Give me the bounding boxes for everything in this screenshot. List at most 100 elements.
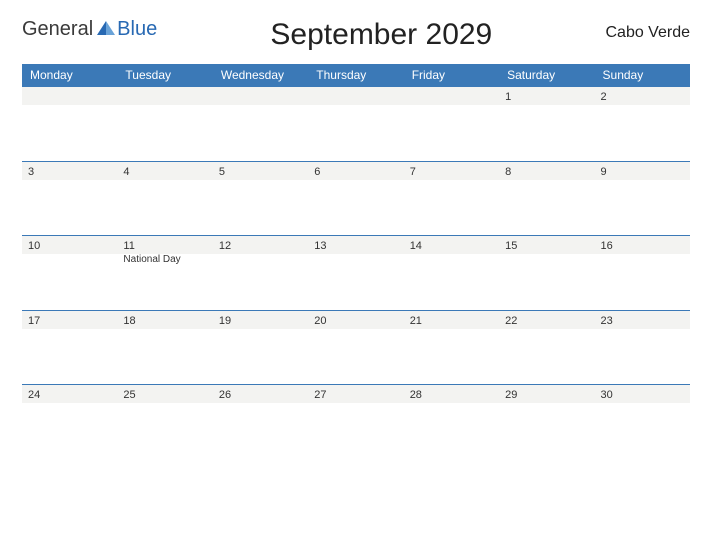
event-cell bbox=[404, 180, 499, 236]
event-cell bbox=[213, 180, 308, 236]
day-number: 21 bbox=[410, 315, 422, 327]
event-cell: National Day bbox=[117, 254, 212, 310]
day-number: 27 bbox=[314, 389, 326, 401]
event-cell bbox=[595, 254, 690, 310]
day-cell: 16 bbox=[595, 236, 690, 255]
day-number: 23 bbox=[601, 315, 613, 327]
week-row: 1 2 bbox=[22, 87, 690, 106]
event-cell bbox=[595, 180, 690, 236]
day-cell: 14 bbox=[404, 236, 499, 255]
event-cell bbox=[308, 254, 403, 310]
event-cell bbox=[117, 403, 212, 447]
event-cell bbox=[308, 180, 403, 236]
event-cell bbox=[22, 254, 117, 310]
event-cell bbox=[117, 180, 212, 236]
event-cell bbox=[213, 105, 308, 161]
day-number: 12 bbox=[219, 240, 231, 252]
brand-part2: Blue bbox=[117, 18, 157, 41]
event-cell bbox=[499, 180, 594, 236]
day-cell: 11 bbox=[117, 236, 212, 255]
day-cell: 21 bbox=[404, 310, 499, 329]
day-cell: 25 bbox=[117, 385, 212, 404]
event-cell bbox=[213, 254, 308, 310]
day-number: 26 bbox=[219, 389, 231, 401]
day-cell bbox=[117, 87, 212, 106]
day-header: Wednesday bbox=[213, 64, 308, 87]
header: General Blue September 2029 Cabo Verde bbox=[22, 18, 690, 52]
day-cell: 2 bbox=[595, 87, 690, 106]
brand-logo: General Blue bbox=[22, 18, 157, 41]
brand-part1: General bbox=[22, 18, 93, 41]
day-cell: 9 bbox=[595, 161, 690, 180]
day-cell: 13 bbox=[308, 236, 403, 255]
day-cell: 28 bbox=[404, 385, 499, 404]
day-number: 30 bbox=[601, 389, 613, 401]
day-cell: 23 bbox=[595, 310, 690, 329]
week-row: 17 18 19 20 21 22 23 bbox=[22, 310, 690, 329]
event-cell bbox=[213, 329, 308, 385]
event-cell bbox=[308, 105, 403, 161]
day-number: 24 bbox=[28, 389, 40, 401]
logo-icon bbox=[97, 18, 115, 41]
day-number: 14 bbox=[410, 240, 422, 252]
day-header: Sunday bbox=[595, 64, 690, 87]
week-row: 24 25 26 27 28 29 30 bbox=[22, 385, 690, 404]
day-number: 4 bbox=[123, 166, 129, 178]
day-cell: 19 bbox=[213, 310, 308, 329]
day-cell: 18 bbox=[117, 310, 212, 329]
day-header: Thursday bbox=[308, 64, 403, 87]
day-cell: 17 bbox=[22, 310, 117, 329]
day-cell bbox=[22, 87, 117, 106]
day-number: 3 bbox=[28, 166, 34, 178]
day-header: Friday bbox=[404, 64, 499, 87]
day-cell bbox=[308, 87, 403, 106]
day-cell: 6 bbox=[308, 161, 403, 180]
day-cell: 1 bbox=[499, 87, 594, 106]
event-row bbox=[22, 180, 690, 236]
day-number: 19 bbox=[219, 315, 231, 327]
day-number: 15 bbox=[505, 240, 517, 252]
day-cell: 12 bbox=[213, 236, 308, 255]
event-cell bbox=[595, 105, 690, 161]
day-cell: 7 bbox=[404, 161, 499, 180]
event-cell bbox=[22, 105, 117, 161]
day-number: 16 bbox=[601, 240, 613, 252]
day-cell: 29 bbox=[499, 385, 594, 404]
day-number: 18 bbox=[123, 315, 135, 327]
calendar-grid: Monday Tuesday Wednesday Thursday Friday… bbox=[22, 64, 690, 447]
day-cell: 15 bbox=[499, 236, 594, 255]
event-cell bbox=[499, 403, 594, 447]
day-cell: 10 bbox=[22, 236, 117, 255]
day-header: Tuesday bbox=[117, 64, 212, 87]
day-number: 20 bbox=[314, 315, 326, 327]
week-row: 10 11 12 13 14 15 16 bbox=[22, 236, 690, 255]
day-number: 13 bbox=[314, 240, 326, 252]
day-number: 22 bbox=[505, 315, 517, 327]
event-cell bbox=[595, 329, 690, 385]
region-label: Cabo Verde bbox=[605, 18, 690, 42]
event-cell bbox=[404, 105, 499, 161]
event-cell bbox=[22, 180, 117, 236]
event-row bbox=[22, 105, 690, 161]
day-number: 5 bbox=[219, 166, 225, 178]
day-cell: 26 bbox=[213, 385, 308, 404]
event-cell bbox=[117, 105, 212, 161]
event-cell bbox=[595, 403, 690, 447]
event-row bbox=[22, 329, 690, 385]
day-cell: 30 bbox=[595, 385, 690, 404]
day-cell: 24 bbox=[22, 385, 117, 404]
day-number: 7 bbox=[410, 166, 416, 178]
day-header: Saturday bbox=[499, 64, 594, 87]
day-number: 8 bbox=[505, 166, 511, 178]
event-cell bbox=[22, 329, 117, 385]
day-number: 6 bbox=[314, 166, 320, 178]
day-number: 2 bbox=[601, 91, 607, 103]
day-header-row: Monday Tuesday Wednesday Thursday Friday… bbox=[22, 64, 690, 87]
event-cell bbox=[308, 403, 403, 447]
day-cell bbox=[213, 87, 308, 106]
day-header: Monday bbox=[22, 64, 117, 87]
day-number: 11 bbox=[123, 240, 134, 252]
day-number: 10 bbox=[28, 240, 40, 252]
day-cell: 5 bbox=[213, 161, 308, 180]
event-text: National Day bbox=[123, 254, 180, 265]
